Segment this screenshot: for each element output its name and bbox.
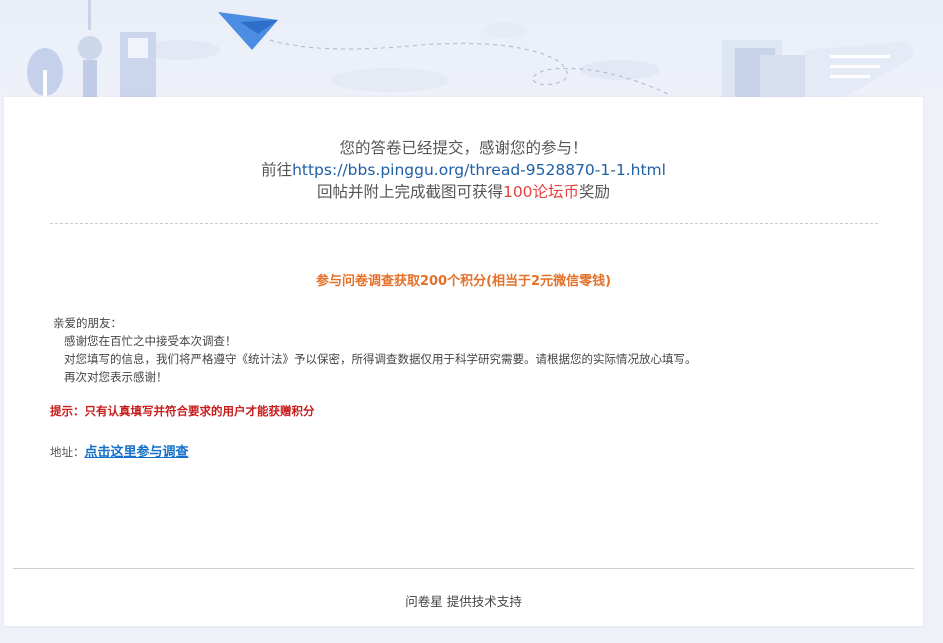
confirmation-line2: 前往https://bbs.pinggu.org/thread-9528870-… [4,159,923,181]
survey-link[interactable]: 点击这里参与调查 [85,445,189,460]
confirmation-line1: 您的答卷已经提交，感谢您的参与！ [339,139,588,157]
paper-plane-icon [218,12,278,50]
letter-greeting: 亲爱的朋友： [53,316,122,330]
letter-para1: 感谢您在百忙之中接受本次调查！ [64,334,237,348]
submission-confirmation: 您的答卷已经提交，感谢您的参与！ 前往https://bbs.pinggu.or… [4,137,923,203]
confirmation-line3: 回帖并附上完成截图可获得100论坛币奖励 [4,181,923,203]
result-card: 您的答卷已经提交，感谢您的参与！ 前往https://bbs.pinggu.or… [4,97,923,626]
tip-text: 提示：只有认真填写并符合要求的用户才能获赠积分 [50,404,315,418]
footer-credit: 问卷星 提供技术支持 [405,594,522,609]
line3-suffix: 奖励 [579,183,611,201]
survey-title: 参与问卷调查获取200个积分(相当于2元微信零钱) [315,274,612,289]
survey-letter: 亲爱的朋友： 感谢您在百忙之中接受本次调查！ 对您填写的信息，我们将严格遵守《统… [53,314,697,386]
decorative-skyline-graphic [27,0,914,100]
dashed-divider [50,223,878,224]
survey-address: 地址：点击这里参与调查 [50,441,189,460]
letter-para3: 再次对您表示感谢！ [64,370,168,384]
line2-prefix: 前往 [261,161,293,179]
letter-para2: 对您填写的信息，我们将严格遵守《统计法》予以保密，所得调查数据仅用于科学研究需要… [64,352,697,366]
thread-link[interactable]: https://bbs.pinggu.org/thread-9528870-1-… [292,161,666,179]
line3-prefix: 回帖并附上完成截图可获得 [316,183,503,201]
reward-highlight: 100论坛币 [502,183,580,201]
footer-divider [13,568,914,569]
address-label: 地址： [50,445,85,459]
header-illustration [0,0,943,100]
